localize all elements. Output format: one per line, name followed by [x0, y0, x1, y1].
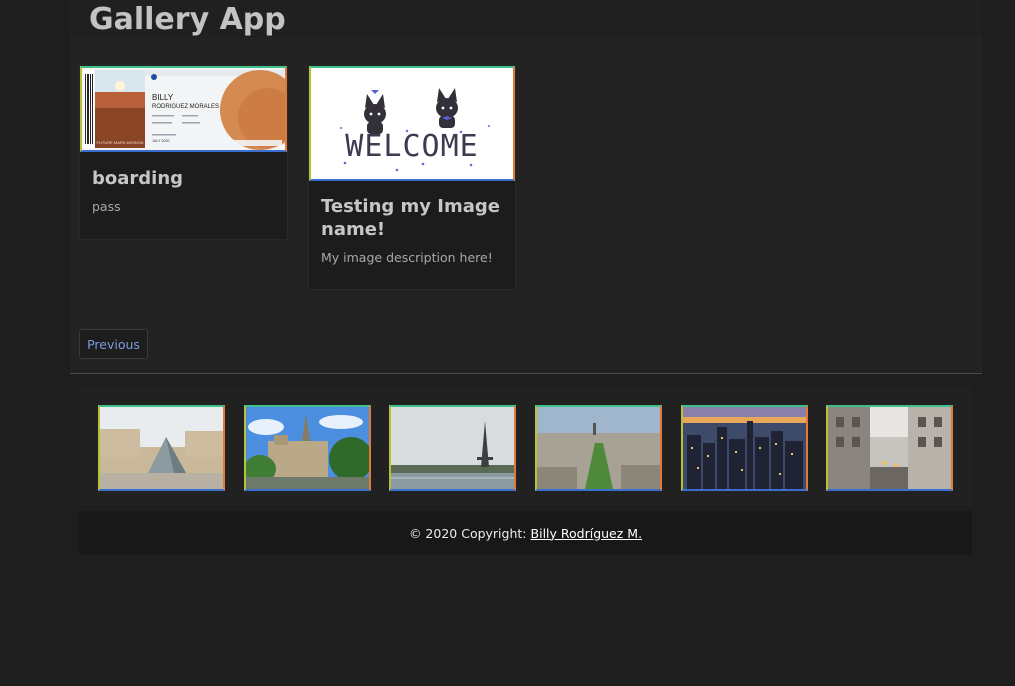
footer-author-link[interactable]: Billy Rodríguez M.	[531, 526, 643, 541]
card-title: Testing my Image name!	[321, 196, 500, 240]
card-image-boarding-pass: FUTURE MARS MISSION BILLY RODRIGUEZ MORA…	[80, 66, 300, 152]
card-image-welcome: WELCOME	[309, 66, 515, 181]
title-bar: Gallery App	[70, 0, 982, 38]
welcome-word: WELCOME	[345, 129, 478, 164]
thumbnail-city-skyline[interactable]	[681, 405, 808, 491]
thumbnail-eiffel-tower[interactable]	[389, 405, 516, 491]
main-panel: Gallery App FUTURE MARS MISSION BILLY RO…	[70, 0, 982, 374]
gallery-card[interactable]: WELCOME Testing my Image name! My image …	[308, 65, 516, 290]
previous-button[interactable]: Previous	[79, 329, 148, 359]
thumbnail-carousel	[79, 388, 972, 506]
thumbnail-champ-de-mars[interactable]	[535, 405, 662, 491]
gallery-card[interactable]: FUTURE MARS MISSION BILLY RODRIGUEZ MORA…	[79, 65, 300, 240]
boarding-pass-caption: FUTURE MARS MISSION	[97, 140, 144, 145]
boarding-pass-date: JULY 2020	[152, 139, 169, 143]
thumbnail-paris-street[interactable]	[826, 405, 953, 491]
footer-copyright: © 2020 Copyright:	[408, 525, 527, 541]
thumbnail-louvre-pyramid[interactable]	[98, 405, 225, 491]
boarding-pass-name: BILLY	[152, 93, 174, 102]
card-title: boarding	[92, 168, 184, 189]
footer: © 2020 Copyright: Billy Rodríguez M.	[79, 511, 972, 555]
thumbnail-notre-dame[interactable]	[244, 405, 371, 491]
app-title: Gallery App	[89, 2, 286, 37]
card-description: pass	[92, 199, 121, 214]
card-description: My image description here!	[321, 250, 493, 265]
boarding-pass-name2: RODRIGUEZ MORALES	[152, 104, 219, 110]
